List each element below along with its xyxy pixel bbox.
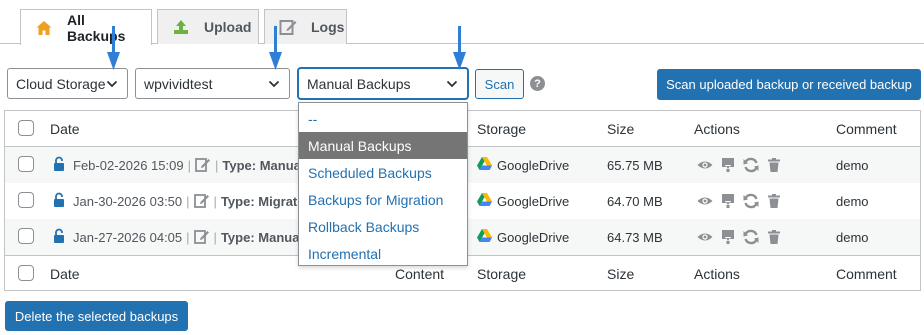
column-header-storage: Storage — [477, 121, 527, 137]
tab-all-backups[interactable]: All Backups — [20, 9, 152, 45]
download-icon[interactable] — [720, 229, 736, 245]
comment-value: demo — [836, 157, 869, 173]
date-cell: Jan-27-2026 04:05 | | Type: Manual — [53, 219, 303, 255]
tab-label: Upload — [204, 19, 252, 35]
column-header-comment: Comment — [836, 121, 897, 137]
column-footer-comment: Comment — [836, 266, 897, 282]
view-icon[interactable] — [697, 157, 713, 173]
tab-upload[interactable]: Upload — [157, 9, 259, 44]
home-icon — [35, 19, 53, 37]
backup-date: Feb-02-2026 15:09 — [73, 157, 184, 173]
tab-label: All Backups — [67, 11, 126, 44]
annotation-arrow-icon — [269, 26, 282, 70]
actions-cell — [697, 147, 789, 183]
separator: | — [186, 193, 190, 209]
tab-label: Logs — [311, 19, 345, 35]
row-checkbox[interactable] — [18, 156, 34, 172]
separator: | — [213, 193, 217, 209]
chevron-down-icon — [106, 80, 118, 88]
delete-selected-button[interactable]: Delete the selected backups — [5, 301, 188, 331]
scan-uploaded-backup-button[interactable]: Scan uploaded backup or received backup — [657, 69, 921, 100]
download-icon[interactable] — [720, 193, 736, 209]
delete-icon[interactable] — [766, 193, 782, 209]
lock-icon[interactable] — [53, 156, 65, 175]
storage-select-value: Cloud Storage — [16, 75, 106, 92]
restore-icon[interactable] — [743, 193, 759, 209]
dropdown-option[interactable]: Incremental — [299, 240, 467, 267]
actions-cell — [697, 183, 789, 219]
comment-value: demo — [836, 229, 869, 245]
row-checkbox[interactable] — [18, 228, 34, 244]
storage-cell: GoogleDrive — [477, 183, 569, 219]
backup-date: Jan-30-2026 03:50 — [73, 193, 183, 209]
backup-type-select[interactable]: Manual Backups — [298, 68, 468, 99]
size-value: 65.75 MB — [607, 157, 663, 173]
delete-icon[interactable] — [766, 157, 782, 173]
storage-value: GoogleDrive — [497, 157, 570, 173]
restore-icon[interactable] — [743, 229, 759, 245]
column-header-date: Date — [50, 121, 80, 137]
size-value: 64.73 MB — [607, 229, 663, 245]
column-footer-size: Size — [607, 266, 635, 282]
date-cell: Jan-30-2026 03:50 | | Type: Migration — [53, 183, 317, 219]
download-icon[interactable] — [720, 157, 736, 173]
storage-value: GoogleDrive — [497, 193, 570, 209]
view-icon[interactable] — [697, 229, 713, 245]
separator: | — [187, 157, 191, 173]
backup-date: Jan-27-2026 04:05 — [73, 229, 183, 245]
row-checkbox[interactable] — [18, 192, 34, 208]
dropdown-option[interactable]: -- — [299, 105, 467, 132]
column-footer-actions: Actions — [694, 266, 740, 282]
actions-cell — [697, 219, 789, 255]
annotation-arrow-icon — [453, 26, 466, 70]
column-footer-date: Date — [50, 266, 80, 282]
site-select[interactable]: wpvividtest — [135, 68, 290, 99]
edit-icon[interactable] — [193, 228, 210, 247]
separator: | — [214, 157, 219, 173]
storage-select[interactable]: Cloud Storage — [7, 68, 128, 99]
dropdown-option[interactable]: Backups for Migration — [299, 186, 467, 213]
dropdown-option[interactable]: Scheduled Backups — [299, 159, 467, 186]
select-all-checkbox[interactable] — [18, 120, 34, 136]
column-header-size: Size — [607, 121, 635, 137]
delete-icon[interactable] — [766, 229, 782, 245]
column-footer-storage: Storage — [477, 266, 527, 282]
site-select-value: wpvividtest — [144, 75, 213, 92]
edit-icon[interactable] — [195, 156, 211, 175]
separator: | — [186, 229, 190, 245]
scan-button[interactable]: Scan — [475, 69, 524, 99]
select-all-checkbox-footer[interactable] — [18, 265, 34, 281]
annotation-arrow-icon — [107, 26, 120, 70]
restore-icon[interactable] — [743, 157, 759, 173]
backup-type-select-value: Manual Backups — [307, 75, 411, 92]
dropdown-option[interactable]: Rollback Backups — [299, 213, 467, 240]
column-header-actions: Actions — [694, 121, 740, 137]
chevron-down-icon — [268, 80, 280, 88]
backup-type-label: Type: Manual — [220, 229, 304, 245]
storage-cell: GoogleDrive — [477, 147, 569, 183]
date-cell: Feb-02-2026 15:09 | | Type: Manual — [53, 147, 304, 183]
view-icon[interactable] — [697, 193, 713, 209]
size-value: 64.70 MB — [607, 193, 663, 209]
separator: | — [213, 229, 217, 245]
chevron-down-icon — [446, 80, 458, 88]
backup-type-label: Type: Manual — [222, 157, 305, 173]
storage-cell: GoogleDrive — [477, 219, 569, 255]
google-drive-icon — [477, 157, 492, 173]
lock-icon[interactable] — [53, 228, 65, 247]
upload-icon — [172, 18, 190, 36]
google-drive-icon — [477, 193, 492, 209]
dropdown-option-selected[interactable]: Manual Backups — [299, 132, 467, 159]
edit-icon[interactable] — [193, 192, 210, 211]
backup-type-dropdown: -- Manual Backups Scheduled Backups Back… — [298, 102, 468, 266]
help-icon[interactable]: ? — [530, 76, 545, 91]
lock-icon[interactable] — [53, 192, 65, 211]
storage-value: GoogleDrive — [497, 229, 570, 245]
comment-value: demo — [836, 193, 869, 209]
google-drive-icon — [477, 229, 492, 245]
